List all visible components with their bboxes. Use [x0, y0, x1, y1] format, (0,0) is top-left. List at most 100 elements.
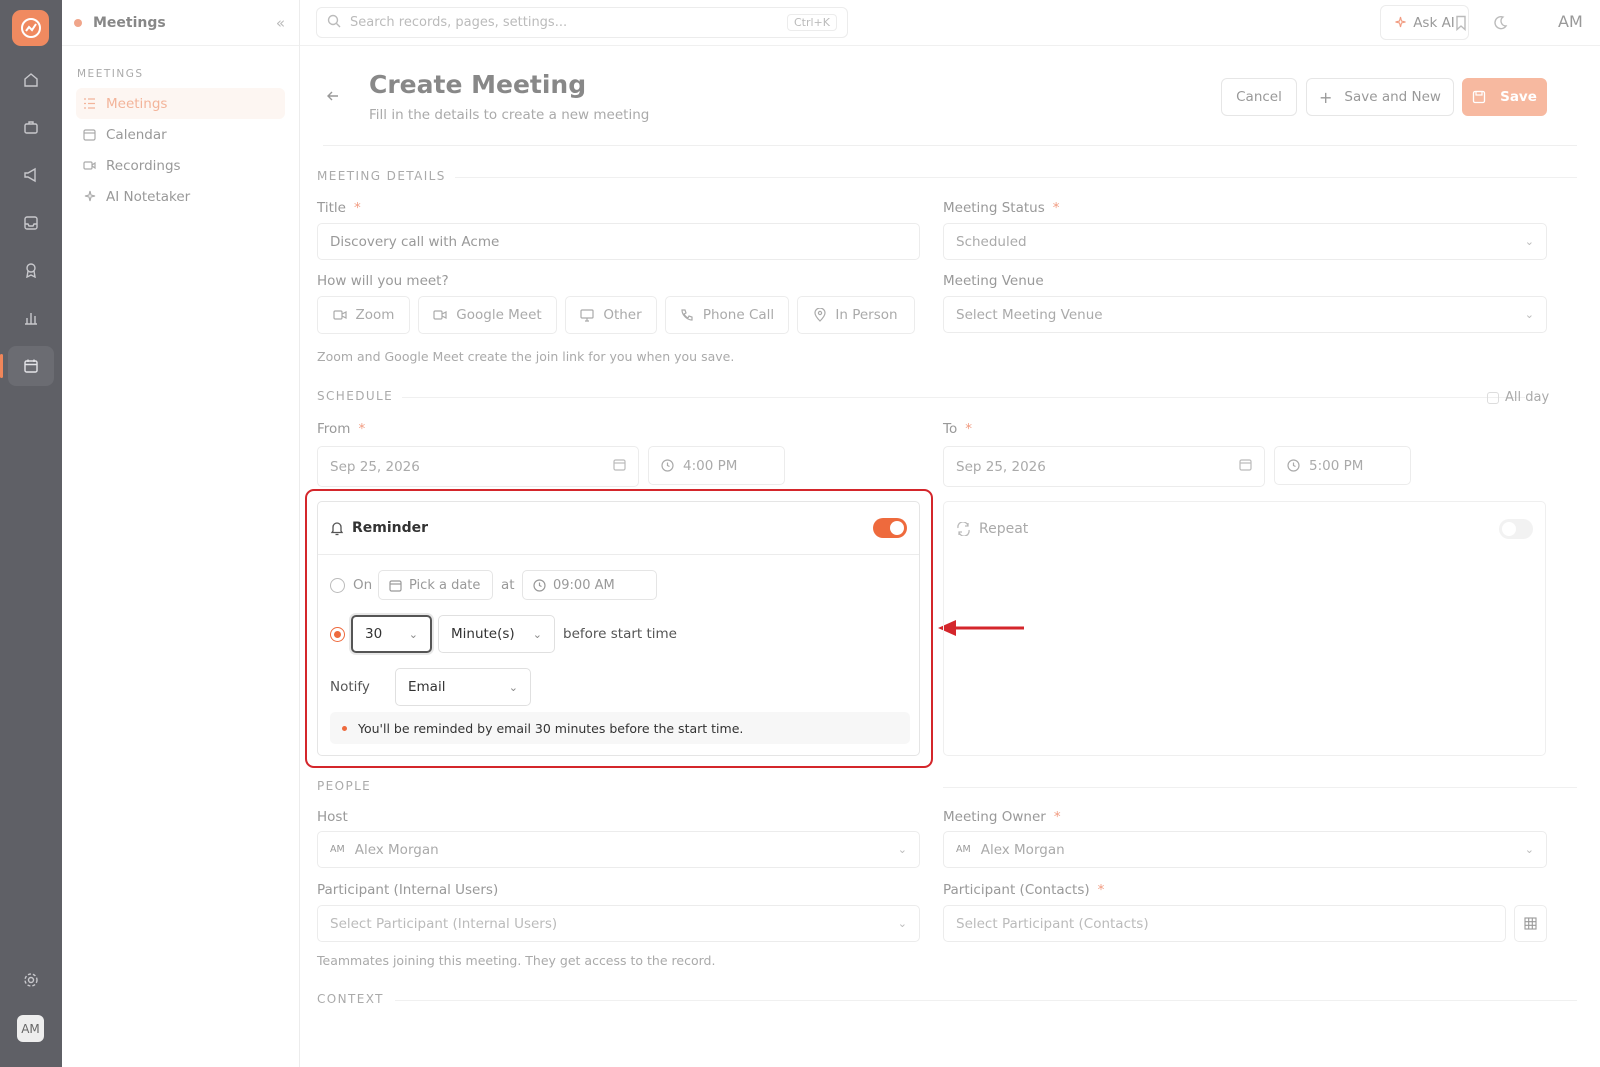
before-start-text: before start time: [563, 626, 677, 642]
reminder-summary-text: You'll be reminded by email 30 minutes b…: [358, 720, 744, 736]
chevron-down-icon: ⌄: [508, 680, 518, 694]
required-mark: *: [965, 421, 972, 437]
host-label: Host: [317, 809, 348, 825]
meeting-venue-placeholder: Select Meeting Venue: [956, 306, 1103, 323]
all-day-checkbox[interactable]: All day: [1487, 390, 1549, 405]
bar-chart-icon[interactable]: [8, 298, 54, 338]
option-in-person[interactable]: In Person: [797, 296, 915, 334]
option-zoom[interactable]: Zoom: [317, 296, 410, 334]
calendar-icon[interactable]: [0, 346, 54, 386]
sidebar-item-calendar[interactable]: Calendar: [76, 119, 285, 150]
back-arrow-icon[interactable]: [326, 88, 340, 107]
required-mark: *: [1097, 882, 1105, 898]
reminder-toggle[interactable]: [873, 518, 907, 538]
to-time-input[interactable]: 5:00 PM: [1274, 446, 1411, 485]
meeting-venue-select[interactable]: Select Meeting Venue ⌄: [943, 296, 1547, 333]
bell-icon: [330, 521, 344, 536]
required-mark: *: [353, 200, 361, 216]
user-initials[interactable]: AM: [1558, 12, 1583, 31]
sidebar-item-ai-notetaker[interactable]: AI Notetaker: [76, 181, 285, 212]
from-date-input[interactable]: Sep 25, 2026: [317, 446, 639, 487]
at-label: at: [501, 577, 515, 593]
global-search-input[interactable]: Search records, pages, settings... Ctrl+…: [316, 7, 848, 38]
sidebar-header: Meetings «: [62, 0, 299, 46]
repeat-icon: [956, 521, 971, 536]
reminder-unit-select[interactable]: Minute(s) ⌄: [438, 615, 555, 653]
option-label: Phone Call: [702, 307, 775, 323]
to-label: To *: [943, 421, 972, 437]
to-date-input[interactable]: Sep 25, 2026: [943, 446, 1265, 487]
owner-avatar: AM: [956, 844, 971, 855]
meeting-status-label: Meeting Status *: [943, 200, 1060, 216]
from-date-value: Sep 25, 2026: [330, 458, 420, 475]
reminder-summary-note: You'll be reminded by email 30 minutes b…: [330, 712, 910, 744]
cancel-button[interactable]: Cancel: [1221, 78, 1297, 116]
moon-icon[interactable]: [1489, 12, 1511, 34]
from-time-input[interactable]: 4:00 PM: [648, 446, 785, 485]
repeat-toggle[interactable]: [1499, 518, 1533, 539]
home-icon[interactable]: [8, 60, 54, 100]
pick-date-placeholder: Pick a date: [409, 577, 481, 593]
option-other[interactable]: Other: [565, 296, 657, 334]
internal-participants-placeholder: Select Participant (Internal Users): [330, 915, 558, 932]
app-rail: AM: [0, 0, 62, 1067]
contact-participants-select[interactable]: Select Participant (Contacts): [943, 905, 1506, 942]
contact-participants-placeholder: Select Participant (Contacts): [956, 915, 1149, 932]
required-mark: *: [358, 421, 366, 437]
on-label: On: [353, 577, 373, 593]
from-label: From *: [317, 421, 365, 437]
contacts-grid-button[interactable]: [1514, 905, 1547, 942]
calendar-icon: [1239, 458, 1252, 475]
settings-icon[interactable]: [8, 960, 54, 1000]
reminder-time-input[interactable]: 09:00 AM: [522, 570, 657, 600]
sparkle-icon: [82, 190, 96, 204]
user-avatar[interactable]: AM: [17, 1015, 44, 1042]
chevron-down-icon: ⌄: [532, 627, 542, 641]
section-divider: [395, 1000, 1577, 1001]
chevron-down-icon: ⌄: [408, 627, 418, 641]
save-and-new-button[interactable]: + Save and New: [1306, 78, 1454, 116]
reminder-header: Reminder: [318, 502, 919, 555]
bookmark-icon[interactable]: [1450, 12, 1472, 34]
plus-icon: +: [1319, 87, 1333, 107]
collapse-sidebar-icon[interactable]: «: [276, 14, 285, 32]
chevron-down-icon: ⌄: [1524, 235, 1534, 248]
to-time-value: 5:00 PM: [1309, 457, 1364, 474]
reminder-on-date-radio[interactable]: [330, 578, 345, 593]
meeting-status-value: Scheduled: [956, 233, 1027, 250]
meeting-status-select[interactable]: Scheduled ⌄: [943, 223, 1547, 260]
title-input[interactable]: Discovery call with Acme: [317, 223, 920, 260]
host-select[interactable]: AM Alex Morgan ⌄: [317, 831, 920, 868]
repeat-title: Repeat: [979, 520, 1029, 537]
save-button[interactable]: Save: [1462, 78, 1547, 116]
section-context: CONTEXT: [317, 992, 384, 1006]
section-divider: [455, 177, 1577, 178]
secondary-sidebar: Meetings « MEETINGS Meetings Calendar Re…: [62, 0, 300, 1067]
contact-participants-label-text: Participant (Contacts): [943, 882, 1090, 898]
sidebar-item-meetings[interactable]: Meetings: [76, 88, 285, 119]
ask-ai-label: Ask AI: [1413, 14, 1455, 31]
megaphone-icon[interactable]: [8, 155, 54, 195]
pick-date-input[interactable]: Pick a date: [378, 570, 493, 600]
internal-participants-select[interactable]: Select Participant (Internal Users) ⌄: [317, 905, 920, 942]
reminder-amount-select[interactable]: 30 ⌄: [351, 615, 432, 653]
chevron-down-icon: ⌄: [1524, 843, 1534, 856]
calendar-icon: [82, 128, 96, 142]
inbox-icon[interactable]: [8, 203, 54, 243]
participants-hint: Teammates joining this meeting. They get…: [317, 953, 716, 968]
notify-channel-select[interactable]: Email ⌄: [395, 668, 531, 706]
app-logo-icon[interactable]: [12, 10, 49, 46]
reminder-before-radio[interactable]: [330, 627, 345, 642]
reminder-card: Reminder On Pick a date at 09:00 AM 30 ⌄…: [317, 501, 920, 756]
required-mark: *: [1053, 809, 1061, 825]
option-google-meet[interactable]: Google Meet: [418, 296, 557, 334]
award-icon[interactable]: [8, 250, 54, 290]
briefcase-icon[interactable]: [8, 107, 54, 147]
notify-channel-value: Email: [408, 679, 446, 695]
chevron-down-icon: ⌄: [897, 843, 907, 856]
option-phone-call[interactable]: Phone Call: [665, 296, 789, 334]
meeting-owner-select[interactable]: AM Alex Morgan ⌄: [943, 831, 1547, 868]
page-title: Create Meeting: [369, 70, 587, 99]
reminder-title: Reminder: [352, 520, 429, 536]
sidebar-item-recordings[interactable]: Recordings: [76, 150, 285, 181]
